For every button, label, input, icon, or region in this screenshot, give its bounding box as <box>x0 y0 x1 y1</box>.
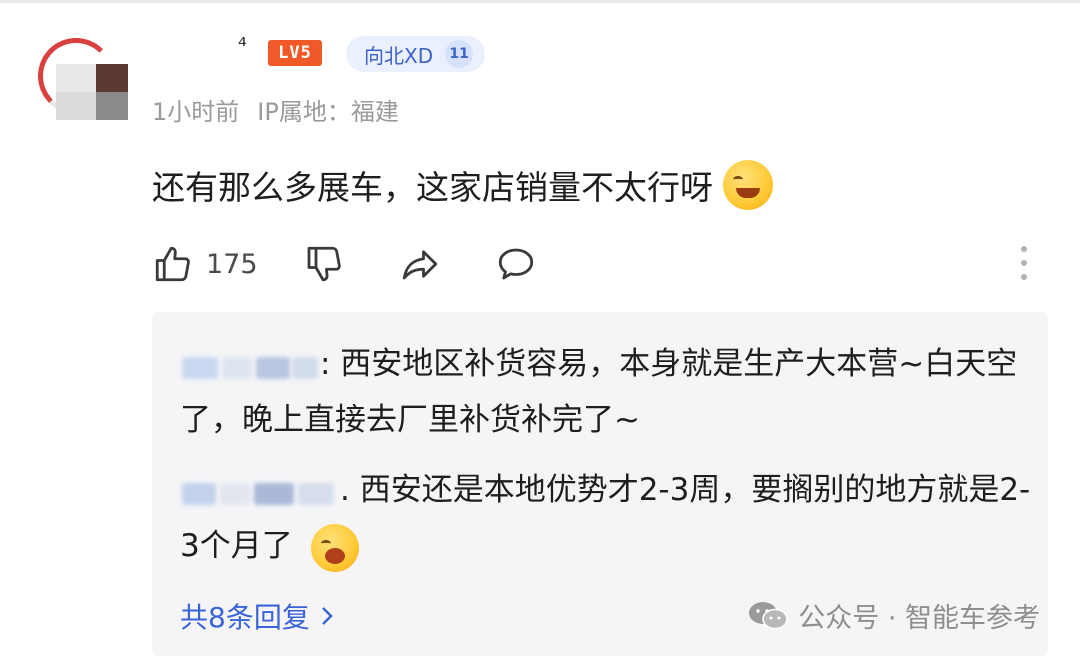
view-all-replies-link[interactable]: 共8条回复 <box>180 596 334 636</box>
avatar[interactable] <box>38 38 138 122</box>
fan-badge-name: 向北XD <box>364 43 434 68</box>
comment-time: 1小时前 <box>152 98 240 126</box>
reply-button[interactable] <box>494 243 538 285</box>
comment-meta: 1小时前 IP属地：福建 <box>152 92 399 127</box>
comment-actions: 175 <box>152 243 1052 287</box>
comment-text: 还有那么多展车，这家店销量不太行呀 <box>152 168 713 207</box>
more-replies-label: 共8条回复 <box>180 601 310 634</box>
fan-badge-level: 11 <box>445 40 474 68</box>
more-vertical-icon <box>1021 246 1027 280</box>
reply-item: . 西安还是本地优势才2-3周，要搁别的地方就是2-3个月了 <box>180 462 1040 574</box>
share-icon <box>402 250 438 280</box>
blurred-reply-author <box>180 351 320 381</box>
laugh-cry-emoji-icon <box>310 523 359 572</box>
blurred-reply-author <box>180 477 340 507</box>
watermark-text: 公众号 · 智能车参考 <box>798 603 1040 634</box>
fan-badge[interactable]: 向北XD 11 <box>346 36 486 72</box>
grin-emoji-icon <box>723 160 773 210</box>
top-divider <box>0 0 1080 3</box>
ip-location: IP属地：福建 <box>257 98 399 126</box>
reply-preview-box[interactable]: : 西安地区补货容易，本身就是生产大本营~白天空了，晚上直接去厂里补货补完了~ … <box>152 312 1048 656</box>
avatar-mosaic <box>56 64 138 120</box>
dislike-button[interactable] <box>302 243 344 285</box>
comment-body: 还有那么多展车，这家店销量不太行呀 <box>152 160 773 210</box>
wechat-icon <box>749 601 788 629</box>
more-options-button[interactable] <box>1014 243 1034 283</box>
watermark: 公众号 · 智能车参考 <box>746 596 1040 635</box>
like-button[interactable]: 175 <box>152 243 258 285</box>
thumbs-up-icon <box>155 246 190 282</box>
thumbs-down-icon <box>307 246 341 282</box>
comment-icon <box>498 248 534 280</box>
chevron-right-icon <box>321 607 333 625</box>
level-badge: LV5 <box>268 40 322 66</box>
username[interactable]: ⁴ <box>238 34 247 59</box>
share-button[interactable] <box>398 243 442 285</box>
reply-item: : 西安地区补货容易，本身就是生产大本营~白天空了，晚上直接去厂里补货补完了~ <box>180 336 1040 448</box>
like-count: 175 <box>206 248 258 280</box>
